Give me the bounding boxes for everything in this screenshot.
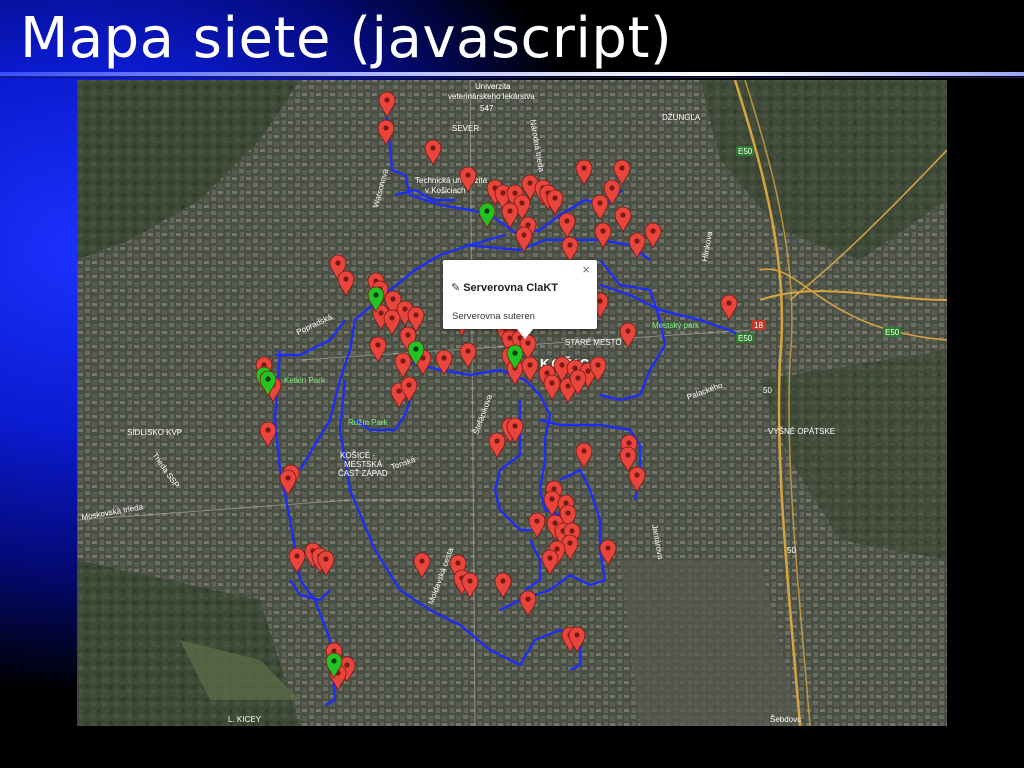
popup-title-text: Serverovna ClaKT: [463, 282, 558, 294]
svg-text:18: 18: [754, 321, 763, 330]
svg-text:DŽUNGĽA: DŽUNGĽA: [662, 113, 701, 122]
svg-text:Univerzita: Univerzita: [475, 82, 511, 91]
svg-text:Ketkin Park: Ketkin Park: [284, 376, 326, 385]
svg-text:50: 50: [763, 386, 772, 395]
svg-text:KOŠICE -: KOŠICE -: [340, 451, 375, 460]
svg-text:Šebdovc: Šebdovc: [770, 715, 801, 724]
popup-title: ✎ Serverovna ClaKT: [451, 281, 558, 294]
svg-text:v Košiciach: v Košiciach: [425, 186, 465, 195]
title-underline: [0, 72, 1024, 76]
svg-text:SÍDLISKO KVP: SÍDLISKO KVP: [127, 428, 182, 437]
svg-text:MESTSKÁ: MESTSKÁ: [344, 460, 383, 469]
svg-text:VYŠNÉ OPÁTSKE: VYŠNÉ OPÁTSKE: [768, 427, 835, 436]
svg-text:Ružín Park: Ružín Park: [348, 418, 389, 427]
svg-text:E50: E50: [738, 334, 753, 343]
svg-text:Technická univerzita: Technická univerzita: [415, 176, 488, 185]
pencil-icon: ✎: [451, 282, 461, 294]
svg-text:50: 50: [787, 546, 796, 555]
svg-text:ČASŤ ZÁPAD: ČASŤ ZÁPAD: [338, 469, 388, 478]
popup-body: Serverovna suteren: [452, 311, 535, 322]
svg-text:Mestský park: Mestský park: [652, 321, 700, 330]
svg-text:STARÉ MESTO: STARÉ MESTO: [565, 338, 622, 347]
info-window-popup: × ✎ Serverovna ClaKT Serverovna suteren: [443, 260, 597, 339]
svg-text:547: 547: [480, 104, 494, 113]
svg-text:E50: E50: [738, 147, 753, 156]
title-underline-shadow: [0, 77, 1024, 78]
close-icon[interactable]: ×: [582, 263, 590, 277]
map-canvas[interactable]: Univerzita veterinárskeho lekárstva 547 …: [77, 80, 947, 726]
network-map[interactable]: Univerzita veterinárskeho lekárstva 547 …: [77, 80, 947, 726]
svg-text:veterinárskeho lekárstva: veterinárskeho lekárstva: [448, 92, 535, 101]
svg-text:SEVER: SEVER: [452, 124, 479, 133]
svg-text:E50: E50: [885, 328, 900, 337]
svg-text:L. KICEY: L. KICEY: [228, 715, 262, 724]
slide-title: Mapa siete (javascript): [20, 6, 673, 71]
